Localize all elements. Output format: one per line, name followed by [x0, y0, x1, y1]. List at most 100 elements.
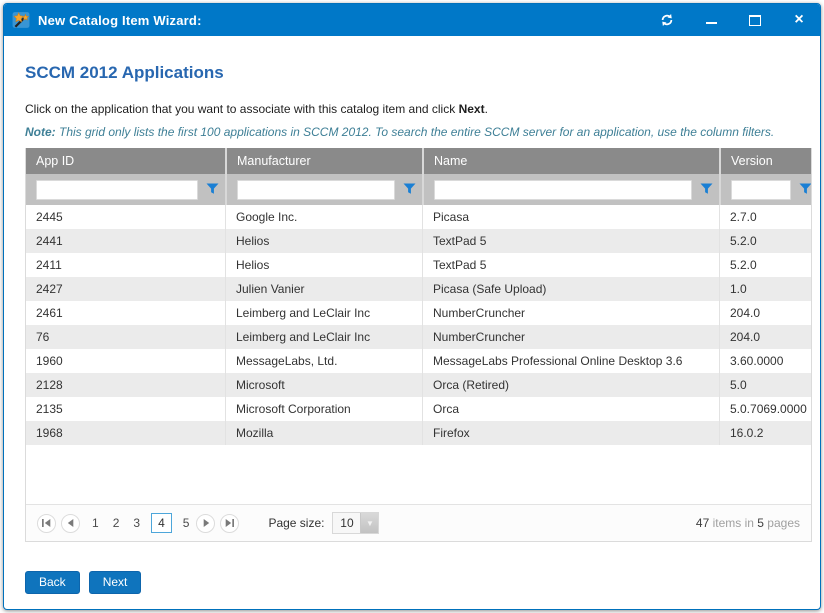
wizard-icon: [12, 11, 30, 29]
cell-manufacturer: Leimberg and LeClair Inc: [225, 301, 422, 325]
cell-name: Firefox: [422, 421, 719, 445]
cell-manufacturer: Leimberg and LeClair Inc: [225, 325, 422, 349]
cell-version: 3.60.0000: [719, 349, 811, 373]
cell-version: 16.0.2: [719, 421, 811, 445]
table-row[interactable]: 2411 Helios TextPad 5 5.2.0: [26, 253, 811, 277]
filter-input-app-id[interactable]: [36, 180, 198, 200]
cell-name: TextPad 5: [422, 229, 719, 253]
cell-app-id: 2411: [26, 253, 225, 277]
page-size-dropdown[interactable]: 10 ▼: [332, 512, 379, 534]
cell-manufacturer: Helios: [225, 253, 422, 277]
items-count-info: 47 items in 5 pages: [696, 516, 800, 530]
cell-name: NumberCruncher: [422, 325, 719, 349]
page-number-4-current[interactable]: 4: [151, 513, 172, 533]
table-row[interactable]: 2135 Microsoft Corporation Orca 5.0.7069…: [26, 397, 811, 421]
page-number-5[interactable]: 5: [183, 516, 190, 530]
cell-app-id: 2461: [26, 301, 225, 325]
cell-version: 5.2.0: [719, 229, 811, 253]
page-size-label: Page size:: [268, 516, 324, 530]
column-header-version[interactable]: Version: [719, 148, 811, 174]
table-row[interactable]: 1968 Mozilla Firefox 16.0.2: [26, 421, 811, 445]
table-row[interactable]: 2461 Leimberg and LeClair Inc NumberCrun…: [26, 301, 811, 325]
grid-filter-row: [26, 174, 811, 205]
last-page-icon: [225, 519, 234, 527]
cell-app-id: 76: [26, 325, 225, 349]
page-number-3[interactable]: 3: [133, 516, 140, 530]
filter-icon[interactable]: [402, 183, 416, 196]
page-number-1[interactable]: 1: [92, 516, 99, 530]
minimize-button[interactable]: [702, 11, 720, 29]
window-title: New Catalog Item Wizard:: [38, 13, 202, 28]
prev-page-icon: [67, 519, 75, 527]
cell-manufacturer: Helios: [225, 229, 422, 253]
cell-name: TextPad 5: [422, 253, 719, 277]
cell-name: NumberCruncher: [422, 301, 719, 325]
next-page-button[interactable]: [196, 514, 215, 533]
table-row[interactable]: 2441 Helios TextPad 5 5.2.0: [26, 229, 811, 253]
table-row[interactable]: 2445 Google Inc. Picasa 2.7.0: [26, 205, 811, 229]
cell-app-id: 1968: [26, 421, 225, 445]
cell-version: 2.7.0: [719, 205, 811, 229]
table-row[interactable]: 2128 Microsoft Orca (Retired) 5.0: [26, 373, 811, 397]
table-row[interactable]: 2427 Julien Vanier Picasa (Safe Upload) …: [26, 277, 811, 301]
pager: 1 2 3 4 5 Page size: 10 ▼ 47 items in 5 …: [26, 504, 811, 541]
filter-icon[interactable]: [205, 183, 219, 196]
note-text: Note: This grid only lists the first 100…: [25, 125, 799, 139]
next-page-icon: [202, 519, 210, 527]
cell-app-id: 2445: [26, 205, 225, 229]
dropdown-arrow-icon: ▼: [360, 513, 378, 533]
back-button[interactable]: Back: [25, 571, 80, 594]
close-icon: ×: [794, 12, 803, 28]
wizard-window: New Catalog Item Wizard: × SCCM 2012 App…: [3, 3, 821, 610]
screen: New Catalog Item Wizard: × SCCM 2012 App…: [0, 0, 824, 613]
table-row[interactable]: 76 Leimberg and LeClair Inc NumberCrunch…: [26, 325, 811, 349]
cell-name: MessageLabs Professional Online Desktop …: [422, 349, 719, 373]
cell-name: Picasa: [422, 205, 719, 229]
next-button[interactable]: Next: [89, 571, 142, 594]
table-row[interactable]: 1960 MessageLabs, Ltd. MessageLabs Profe…: [26, 349, 811, 373]
grid-empty-area: [26, 445, 811, 504]
cell-name: Orca (Retired): [422, 373, 719, 397]
first-page-button[interactable]: [37, 514, 56, 533]
minimize-icon: [706, 22, 717, 24]
filter-input-version[interactable]: [731, 180, 791, 200]
cell-app-id: 2427: [26, 277, 225, 301]
filter-icon[interactable]: [798, 183, 811, 196]
cell-manufacturer: Mozilla: [225, 421, 422, 445]
cell-version: 1.0: [719, 277, 811, 301]
cell-version: 5.0.7069.0000: [719, 397, 811, 421]
last-page-button[interactable]: [220, 514, 239, 533]
column-header-name[interactable]: Name: [422, 148, 719, 174]
page-number-2[interactable]: 2: [113, 516, 120, 530]
cell-version: 5.2.0: [719, 253, 811, 277]
maximize-button[interactable]: [746, 11, 764, 29]
filter-icon[interactable]: [699, 183, 713, 196]
cell-manufacturer: Microsoft: [225, 373, 422, 397]
footer: Back Next: [25, 571, 141, 594]
page-size-value: 10: [333, 513, 360, 533]
cell-app-id: 2135: [26, 397, 225, 421]
refresh-button[interactable]: [658, 11, 676, 29]
cell-version: 5.0: [719, 373, 811, 397]
column-header-app-id[interactable]: App ID: [26, 148, 225, 174]
cell-app-id: 2441: [26, 229, 225, 253]
cell-manufacturer: Google Inc.: [225, 205, 422, 229]
cell-manufacturer: Microsoft Corporation: [225, 397, 422, 421]
cell-manufacturer: MessageLabs, Ltd.: [225, 349, 422, 373]
applications-grid: App ID Manufacturer Name Version: [25, 148, 812, 542]
cell-app-id: 2128: [26, 373, 225, 397]
maximize-icon: [749, 15, 761, 26]
filter-input-manufacturer[interactable]: [237, 180, 395, 200]
cell-app-id: 1960: [26, 349, 225, 373]
cell-name: Picasa (Safe Upload): [422, 277, 719, 301]
prev-page-button[interactable]: [61, 514, 80, 533]
filter-input-name[interactable]: [434, 180, 692, 200]
grid-header-row: App ID Manufacturer Name Version: [26, 148, 811, 174]
instruction-text: Click on the application that you want t…: [25, 102, 799, 116]
cell-version: 204.0: [719, 325, 811, 349]
first-page-icon: [42, 519, 51, 527]
close-button[interactable]: ×: [790, 11, 808, 29]
page-title: SCCM 2012 Applications: [25, 63, 799, 83]
titlebar[interactable]: New Catalog Item Wizard: ×: [4, 4, 820, 36]
column-header-manufacturer[interactable]: Manufacturer: [225, 148, 422, 174]
